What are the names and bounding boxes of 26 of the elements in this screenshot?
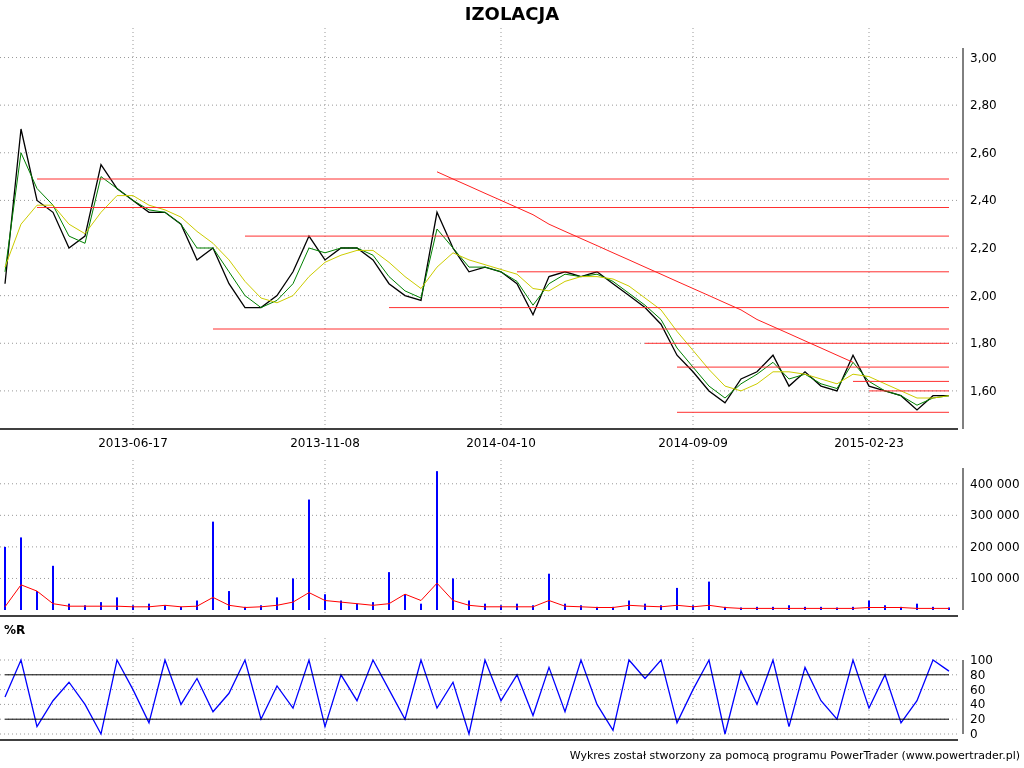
- axis-tick-label: 2015-02-23: [834, 436, 904, 450]
- axis-tick-label: 3,00: [970, 50, 997, 65]
- axis-tick-label: 2,00: [970, 288, 997, 303]
- axis-tick-label: 2014-09-09: [658, 436, 728, 450]
- axis-tick-label: 20: [970, 712, 986, 727]
- axis-tick-label: 2013-11-08: [290, 436, 360, 450]
- axis-tick-label: 400 000: [970, 476, 1020, 491]
- axis-tick-label: 300 000: [970, 508, 1020, 523]
- panel-title: %R: [4, 622, 26, 639]
- axis-tick-label: 0: [970, 727, 978, 741]
- axis-tick-label: 200 000: [970, 539, 1020, 554]
- axis-tick-label: 1,80: [970, 336, 997, 351]
- axis-tick-label: 1,60: [970, 383, 997, 398]
- axis-tick-label: 80: [970, 667, 986, 682]
- axis-tick-label: 100 000: [970, 571, 1020, 586]
- axis-tick-label: 2014-04-10: [466, 436, 536, 450]
- axis-tick-label: 2,40: [970, 193, 997, 208]
- axis-tick-label: 40: [970, 697, 986, 712]
- footer-note: Wykres został stworzony za pomocą programu PowerTrader (www.powertrader.pl): [569, 747, 1020, 764]
- axis-tick-label: 60: [970, 682, 986, 697]
- axis-tick-label: 2,80: [970, 98, 997, 113]
- chart-title: IZOLACJA: [464, 2, 560, 26]
- axis-tick-label: 2,20: [970, 241, 997, 255]
- axis-tick-label: 2013-06-17: [98, 436, 168, 450]
- axis-tick-label: 100: [970, 653, 993, 667]
- axis-tick-label: 2,60: [970, 145, 997, 160]
